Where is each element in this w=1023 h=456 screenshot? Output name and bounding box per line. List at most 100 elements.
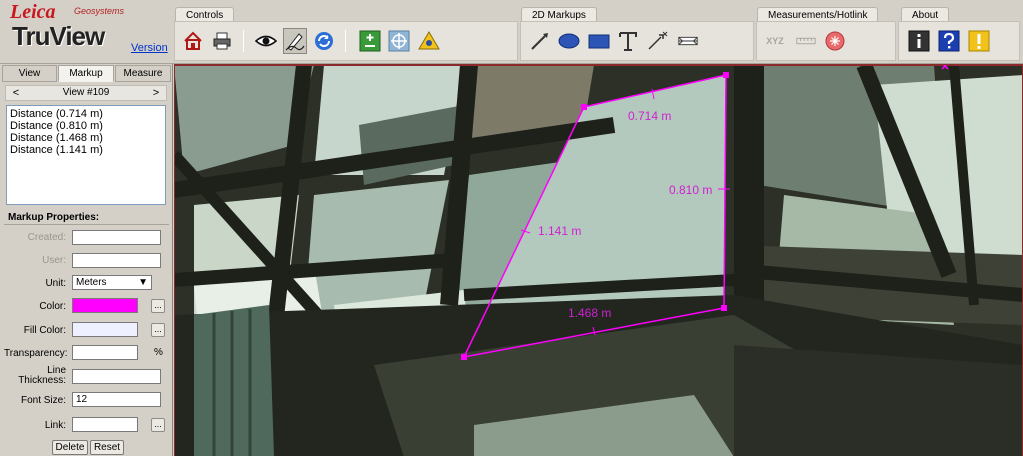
home-button[interactable] [181, 28, 205, 54]
unit-label: Unit: [45, 278, 66, 289]
fill-color-picker-button[interactable]: ... [151, 323, 165, 337]
measurement-label-1141: 1.141 m [538, 224, 581, 238]
color-picker-button[interactable]: ... [151, 299, 165, 313]
line-tool-button[interactable] [528, 28, 552, 54]
unit-select-value: Meters [76, 277, 107, 288]
markup-list[interactable]: Distance (0.714 m) Distance (0.810 m) Di… [6, 105, 166, 205]
rectangle-tool-icon [588, 34, 610, 49]
group-tab-about: About [901, 7, 950, 22]
ellipse-tool-button[interactable] [557, 28, 581, 54]
group-tab-measurements: Measurements/Hotlink [757, 7, 879, 22]
group-tab-2d-markups: 2D Markups [521, 7, 597, 22]
view-number-label: View #109 [62, 87, 110, 98]
pan-icon [388, 30, 410, 52]
panorama-viewer[interactable]: 0.714 m 0.810 m 1.468 m 1.141 m [174, 64, 1023, 456]
link-browse-button[interactable]: ... [151, 418, 165, 432]
markup-endpoint [723, 72, 729, 78]
reset-button[interactable]: Reset [90, 440, 124, 455]
visibility-button[interactable] [254, 28, 278, 54]
dimension-tool-button[interactable] [675, 28, 701, 54]
list-item[interactable]: Distance (0.714 m) [10, 108, 162, 120]
list-item[interactable]: Distance (1.468 m) [10, 132, 162, 144]
print-icon [213, 32, 231, 50]
prev-view-button[interactable]: < [9, 86, 23, 100]
xyz-button[interactable]: XYZ [762, 28, 788, 54]
hotlink-icon [825, 31, 845, 51]
transparency-unit: % [154, 347, 163, 358]
rectangle-tool-button[interactable] [587, 28, 611, 54]
pan-button[interactable] [387, 28, 411, 54]
user-field[interactable] [72, 253, 161, 268]
link-field[interactable] [72, 417, 138, 432]
font-size-field[interactable]: 12 [72, 392, 161, 407]
panorama-scene: 0.714 m 0.810 m 1.468 m 1.141 m [174, 65, 1023, 456]
text-tool-button[interactable] [616, 28, 640, 54]
distance-button[interactable] [793, 28, 819, 54]
help-button[interactable] [937, 28, 961, 54]
arrow-tool-button[interactable] [645, 28, 669, 54]
home-icon [184, 31, 202, 50]
toolbar-separator [345, 30, 346, 52]
markup-endpoint [581, 104, 587, 110]
color-swatch[interactable] [72, 298, 138, 313]
help-icon [938, 30, 960, 52]
text-tool-icon [619, 32, 637, 51]
user-label: User: [42, 255, 66, 266]
list-item[interactable]: Distance (1.141 m) [10, 144, 162, 156]
truview-logo: Leica Geosystems TruView Version [0, 0, 172, 64]
distance-ruler-icon [796, 37, 816, 45]
alert-icon [968, 30, 990, 52]
tab-markup[interactable]: Markup [58, 65, 114, 82]
unit-select[interactable]: Meters ▼ [72, 275, 152, 290]
info-button[interactable] [907, 28, 931, 54]
measurement-label-1468: 1.468 m [568, 306, 611, 320]
line-thickness-label: Line Thickness: [18, 365, 66, 386]
line-thickness-field[interactable] [72, 369, 161, 384]
info-icon [908, 30, 930, 52]
door-panel [194, 305, 274, 456]
tab-measure[interactable]: Measure [115, 65, 171, 82]
warning-triangle-icon [418, 31, 440, 50]
left-panel-tabs: View Markup Measure [0, 64, 172, 82]
markup-pen-button[interactable] [283, 28, 307, 54]
measurement-label-0810: 0.810 m [669, 183, 712, 197]
main-toolbar: Leica Geosystems TruView Version Control… [0, 0, 1023, 64]
zoom-button[interactable] [358, 28, 382, 54]
markup-properties-panel: Markup Properties: Created: User: Unit: … [4, 211, 169, 456]
fill-color-swatch[interactable] [72, 322, 138, 337]
list-item[interactable]: Distance (0.810 m) [10, 120, 162, 132]
left-panel: View Markup Measure < View #109 > Distan… [0, 64, 173, 456]
font-size-label: Font Size: [20, 395, 66, 406]
eye-icon [255, 35, 277, 47]
color-label: Color: [39, 301, 66, 312]
arrow-tool-icon [648, 31, 668, 50]
alert-button[interactable] [967, 28, 991, 54]
print-button[interactable] [210, 28, 234, 54]
line-tool-icon [531, 33, 548, 50]
markup-properties-header: Markup Properties: [4, 211, 169, 225]
markup-endpoint [721, 305, 727, 311]
warning-button[interactable] [417, 28, 441, 54]
delete-button[interactable]: Delete [52, 440, 88, 455]
toolbar-separator [243, 30, 244, 52]
transparency-label: Transparency: [4, 348, 68, 359]
link-label: Link: [44, 420, 66, 431]
refresh-icon [315, 32, 333, 50]
transparency-field[interactable] [72, 345, 138, 360]
tab-view[interactable]: View [2, 65, 57, 82]
created-field[interactable] [72, 230, 161, 245]
refresh-button[interactable] [312, 28, 336, 54]
truview-product-text: TruView [12, 21, 105, 51]
created-label: Created: [27, 232, 66, 243]
measurement-label-0714: 0.714 m [628, 109, 671, 123]
next-view-button[interactable]: > [149, 86, 163, 100]
geosystems-text: Geosystems [74, 6, 125, 16]
markup-endpoint [461, 354, 467, 360]
ellipse-tool-icon [558, 33, 580, 49]
hotlink-button[interactable] [823, 28, 847, 54]
fill-color-label: Fill Color: [23, 325, 66, 336]
version-link[interactable]: Version [131, 42, 168, 54]
view-navigator: < View #109 > [5, 85, 167, 101]
zoom-plus-icon [359, 30, 381, 52]
pen-icon [285, 33, 305, 51]
